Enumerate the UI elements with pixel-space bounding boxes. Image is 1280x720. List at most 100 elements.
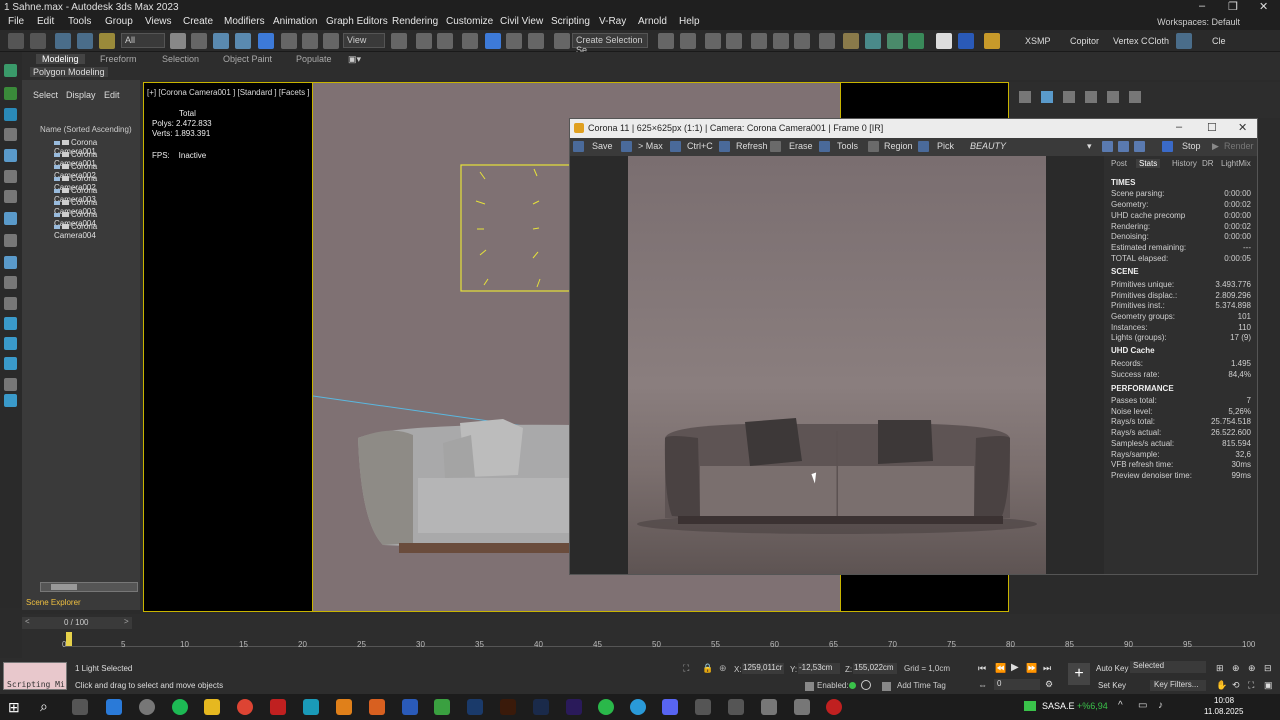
set-key-big-icon[interactable]: + — [1068, 663, 1090, 685]
isolate-selection-icon[interactable]: ⛶ — [683, 663, 689, 674]
unlink-icon[interactable] — [77, 33, 93, 49]
channel-dropdown[interactable]: BEAUTY — [970, 141, 1006, 151]
corona-icon[interactable] — [336, 699, 352, 715]
copy-button[interactable]: Ctrl+C — [687, 141, 713, 151]
tab-freeform[interactable]: Freeform — [100, 54, 137, 64]
explorer-tab-edit[interactable]: Edit — [104, 90, 120, 100]
visibility-icon[interactable] — [54, 152, 60, 157]
layer-explorer-icon[interactable] — [726, 33, 742, 49]
region-button[interactable]: Region — [884, 141, 913, 151]
viewport-toggle-icon[interactable]: ▣ — [1264, 680, 1273, 691]
redo-icon[interactable] — [30, 33, 46, 49]
clock-time[interactable]: 10:08 — [1214, 696, 1234, 705]
refresh-button[interactable]: Refresh — [736, 141, 768, 151]
erase-icon[interactable] — [770, 141, 781, 152]
corona-close-icon[interactable]: ✕ — [1238, 121, 1247, 134]
adaptive-degradation-icon[interactable] — [805, 682, 814, 691]
tab-lightmix[interactable]: LightMix — [1221, 159, 1251, 168]
play-icon[interactable]: ▶ — [1011, 662, 1019, 673]
maximize-icon[interactable]: ❐ — [1228, 0, 1238, 13]
plugin-icon[interactable] — [1176, 33, 1192, 49]
selection-filter-dropdown[interactable]: All — [121, 33, 165, 48]
to-max-button[interactable]: > Max — [638, 141, 663, 151]
menu-group[interactable]: Group — [105, 16, 133, 27]
volume-icon[interactable]: ♪ — [1158, 700, 1163, 711]
menu-views[interactable]: Views — [145, 16, 172, 27]
angle-snap-icon[interactable] — [485, 33, 501, 49]
menu-file[interactable]: File — [8, 16, 24, 27]
add-time-tag-button[interactable]: Add Time Tag — [897, 681, 946, 690]
menu-animation[interactable]: Animation — [273, 16, 317, 27]
zoom-extents-icon[interactable]: ⊞ — [1216, 663, 1224, 674]
menu-scripting[interactable]: Scripting — [551, 16, 590, 27]
cloth-button[interactable]: Cloth — [1148, 36, 1169, 46]
menu-graph-editors[interactable]: Graph Editors — [326, 16, 388, 27]
ribbon-options-icon[interactable]: ▣▾ — [348, 54, 361, 65]
time-config-icon[interactable]: ⚙ — [1045, 679, 1053, 690]
menu-help[interactable]: Help — [679, 16, 700, 27]
scale-icon[interactable] — [302, 33, 318, 49]
menu-customize[interactable]: Customize — [446, 16, 493, 27]
hide-icon[interactable] — [4, 297, 17, 310]
container-icon[interactable] — [4, 357, 17, 370]
previous-frame-icon[interactable]: ⏪ — [995, 663, 1006, 674]
visibility-icon[interactable] — [54, 212, 60, 217]
acrobat-icon[interactable] — [270, 699, 286, 715]
menu-vray[interactable]: V-Ray — [599, 16, 626, 27]
schematic-view-icon[interactable] — [773, 33, 789, 49]
percent-snap-icon[interactable] — [506, 33, 522, 49]
next-frame-icon[interactable]: ⏩ — [1026, 663, 1037, 674]
render-frame-icon[interactable] — [843, 33, 859, 49]
bind-spacewarp-icon[interactable] — [99, 33, 115, 49]
mirror-icon[interactable] — [658, 33, 674, 49]
zoom-icon[interactable]: ⊕ — [1232, 663, 1240, 674]
stop-icon[interactable] — [1162, 141, 1173, 152]
app2-icon[interactable] — [402, 699, 418, 715]
tab-dr[interactable]: DR — [1202, 159, 1214, 168]
transform-mode-icon[interactable]: ⊕ — [719, 663, 727, 674]
after-effects-icon[interactable] — [566, 699, 582, 715]
layer-icon[interactable] — [4, 317, 17, 330]
visibility-icon[interactable] — [54, 164, 60, 169]
app5-icon[interactable] — [761, 699, 777, 715]
time-slider-next-icon[interactable]: > — [124, 617, 129, 626]
tray-overflow-icon[interactable]: ^ — [1118, 700, 1123, 711]
zoom-all-icon[interactable]: ⊕ — [1248, 663, 1256, 674]
create-tab-icon[interactable] — [1019, 91, 1031, 103]
motion-icon[interactable] — [4, 190, 17, 203]
z-coordinate-field[interactable]: 155,022cm — [853, 663, 897, 674]
copitor-button[interactable]: Copitor — [1070, 36, 1099, 46]
task-view-icon[interactable] — [72, 699, 88, 715]
app-icon[interactable] — [369, 699, 385, 715]
corona-title-bar[interactable]: Corona 11 | 625×625px (1:1) | Camera: Co… — [570, 119, 1257, 138]
visibility-icon[interactable] — [54, 188, 60, 193]
move-icon[interactable] — [258, 33, 274, 49]
discord-icon[interactable] — [662, 699, 678, 715]
render-play-icon[interactable]: ▶ — [1212, 141, 1219, 152]
workspaces-dropdown[interactable]: Workspaces: Default — [1157, 17, 1240, 27]
set-key-button[interactable]: Set Key — [1098, 681, 1126, 690]
3ds-max-icon[interactable] — [303, 699, 319, 715]
file-explorer-icon[interactable] — [204, 699, 220, 715]
minimize-icon[interactable]: – — [1199, 0, 1205, 12]
rb-plugin-icon[interactable] — [958, 33, 974, 49]
viewport-label[interactable]: [+] [Corona Camera001 ] [Standard ] [Fac… — [147, 88, 310, 97]
render-setup-icon[interactable] — [819, 33, 835, 49]
isolate-icon[interactable] — [4, 256, 17, 269]
close-icon[interactable]: ✕ — [1259, 0, 1268, 13]
render-area[interactable] — [570, 156, 1104, 574]
key-filters-button[interactable]: Key Filters... — [1150, 680, 1206, 691]
maxscript-listener[interactable]: Scripting Mi — [3, 662, 67, 690]
search-icon[interactable]: ⌕ — [40, 698, 48, 715]
explorer-tab-display[interactable]: Display — [66, 90, 96, 100]
stock-ticker[interactable]: SASA.E — [1042, 701, 1075, 711]
key-mode-icon[interactable]: ⇔ — [978, 680, 987, 690]
illustrator-icon[interactable] — [500, 699, 516, 715]
select-by-name-icon[interactable] — [191, 33, 207, 49]
select-manipulate-icon[interactable] — [416, 33, 432, 49]
display-icon[interactable] — [4, 212, 17, 225]
scrollbar-thumb[interactable] — [51, 584, 77, 590]
field-of-view-icon[interactable]: ⊟ — [1264, 663, 1272, 674]
time-slider-thumb[interactable] — [66, 632, 72, 646]
group-icon[interactable] — [4, 337, 17, 350]
